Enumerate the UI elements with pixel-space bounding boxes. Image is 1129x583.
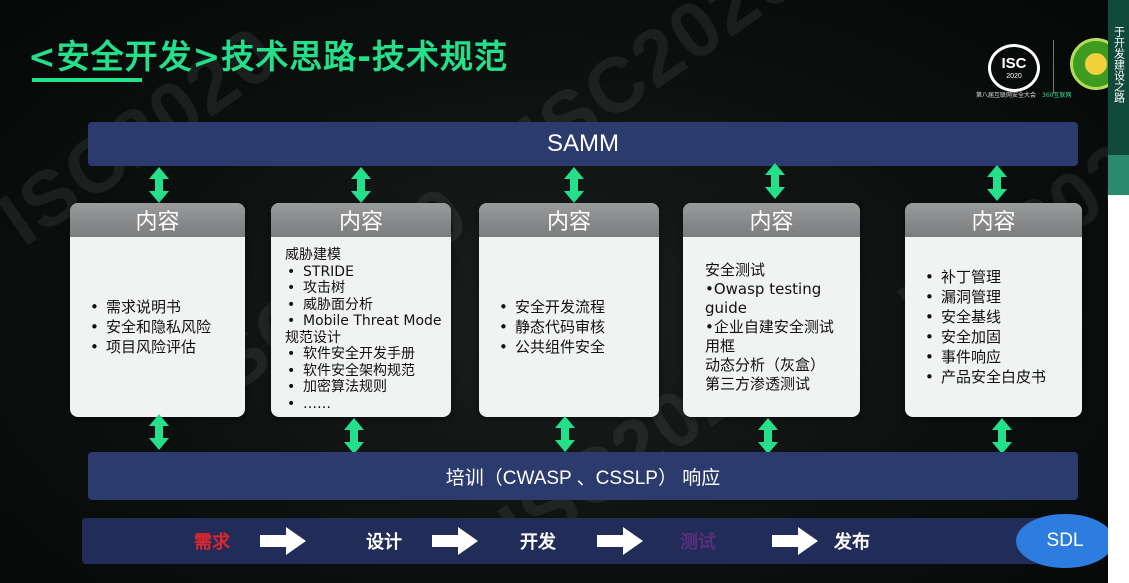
logo-caption: 第八届互联网安全大会 360互联网 xyxy=(976,90,1071,99)
list-item: STRIDE xyxy=(285,264,451,281)
list-item: 漏洞管理 xyxy=(923,287,1082,307)
double-arrow-icon xyxy=(149,414,169,450)
list-item: 加密算法规则 xyxy=(285,379,451,396)
list-item: 软件安全开发手册 xyxy=(285,346,451,363)
double-arrow-icon xyxy=(564,167,584,203)
samm-bar: SAMM xyxy=(88,122,1078,166)
double-arrow-icon xyxy=(344,418,364,454)
text-line: 第三方渗透测试 xyxy=(705,374,811,393)
step-release: 发布 xyxy=(834,532,870,553)
list-item: 攻击树 xyxy=(285,280,451,297)
list-item: 补丁管理 xyxy=(923,267,1082,287)
list-item: 公共组件安全 xyxy=(497,337,659,357)
right-margin xyxy=(1108,195,1129,583)
list-item: 产品安全白皮书 xyxy=(923,367,1082,387)
training-response-bar: 培训（CWASP 、CSSLP） 响应 xyxy=(88,452,1078,500)
list-item: 威胁面分析 xyxy=(285,297,451,314)
step-requirements: 需求 xyxy=(194,532,230,553)
list-item: 安全开发流程 xyxy=(497,297,659,317)
text-line: •企业自建安全测试 xyxy=(705,317,834,336)
group-title: 规范设计 xyxy=(285,329,341,346)
text-line: 动态分析（灰盒） xyxy=(705,355,826,374)
list-item: 安全和隐私风险 xyxy=(88,317,245,337)
slide: ISC2020 ISC2020 ISC2020 ISC2020 ISC2020 … xyxy=(0,0,1108,583)
process-flow: 需求 设计 开发 测试 发布 xyxy=(82,518,1072,564)
list-item: 安全基线 xyxy=(923,307,1082,327)
360-logo xyxy=(1070,38,1108,90)
card-header: 内容 xyxy=(683,203,860,237)
list-item: 软件安全架构规范 xyxy=(285,363,451,380)
list-item: 事件响应 xyxy=(923,347,1082,367)
double-arrow-icon xyxy=(765,163,785,199)
card-header: 内容 xyxy=(905,203,1082,237)
content-card-design: 内容 威胁建模 STRIDE 攻击树 威胁面分析 Mobile Threat M… xyxy=(271,203,451,417)
logo-divider xyxy=(1053,40,1054,94)
card-header: 内容 xyxy=(271,203,451,237)
list-item: 静态代码审核 xyxy=(497,317,659,337)
double-arrow-icon xyxy=(992,418,1012,454)
step-development: 开发 xyxy=(520,532,556,553)
list-item: 项目风险评估 xyxy=(88,337,245,357)
content-card-release: 内容 补丁管理 漏洞管理 安全基线 安全加固 事件响应 产品安全白皮书 xyxy=(905,203,1082,417)
isc-logo-text: ISC xyxy=(1001,55,1027,72)
double-arrow-icon xyxy=(351,167,371,203)
double-arrow-icon xyxy=(149,167,169,203)
double-arrow-icon xyxy=(987,165,1007,201)
text-line: guide xyxy=(705,298,747,317)
right-arrow-icon xyxy=(432,527,478,555)
list-item: Mobile Threat Mode xyxy=(285,313,451,330)
title-underline xyxy=(32,78,142,82)
side-strip-text: 于开发建设之路 xyxy=(1112,25,1126,103)
step-testing: 测试 xyxy=(680,532,716,553)
isc-logo: ISC 2020 xyxy=(988,44,1040,92)
double-arrow-icon xyxy=(555,416,575,452)
double-arrow-icon xyxy=(758,418,778,454)
text-line: 安全测试 xyxy=(705,260,766,279)
isc-logo-year: 2020 xyxy=(1006,73,1022,80)
conference-name: 第八届互联网安全大会 xyxy=(976,92,1037,99)
group-title: 威胁建模 xyxy=(285,247,341,263)
text-line: •Owasp testing xyxy=(705,279,822,298)
content-card-testing: 内容 安全测试 •Owasp testing guide •企业自建安全测试 用… xyxy=(683,203,860,417)
side-strip: 于开发建设之路 xyxy=(1108,0,1129,195)
content-card-requirements: 内容 需求说明书 安全和隐私风险 项目风险评估 xyxy=(70,203,245,417)
sdl-badge: SDL xyxy=(1016,514,1114,568)
content-card-development: 内容 安全开发流程 静态代码审核 公共组件安全 xyxy=(479,203,659,417)
right-arrow-icon xyxy=(772,527,818,555)
text-line: 用框 xyxy=(705,336,736,355)
right-arrow-icon xyxy=(260,527,306,555)
step-design: 设计 xyxy=(366,532,402,553)
card-header: 内容 xyxy=(70,203,245,237)
slide-title: <安全开发>技术思路-技术规范 xyxy=(28,37,508,76)
list-item: …… xyxy=(285,396,451,413)
right-arrow-icon xyxy=(597,527,643,555)
card-header: 内容 xyxy=(479,203,659,237)
brand-name: 360互联网 xyxy=(1042,92,1072,99)
list-item: 需求说明书 xyxy=(88,297,245,317)
list-item: 安全加固 xyxy=(923,327,1082,347)
